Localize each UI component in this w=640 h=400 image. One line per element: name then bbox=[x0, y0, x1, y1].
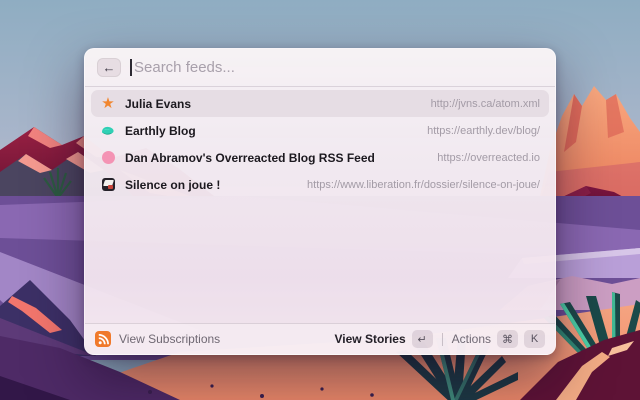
return-key[interactable]: ↵ bbox=[412, 330, 433, 348]
text-caret bbox=[130, 59, 132, 76]
feed-row[interactable]: ★ Julia Evans http://jvns.ca/atom.xml bbox=[91, 90, 549, 117]
actions-button[interactable]: Actions bbox=[452, 332, 491, 346]
feed-title: Julia Evans bbox=[125, 97, 191, 111]
feed-url: https://overreacted.io bbox=[437, 152, 540, 164]
rss-icon bbox=[95, 331, 111, 347]
footer-bar: View Subscriptions View Stories ↵ Action… bbox=[85, 323, 555, 354]
k-key[interactable]: K bbox=[524, 330, 545, 348]
feed-title: Dan Abramov's Overreacted Blog RSS Feed bbox=[125, 151, 375, 165]
feed-list: ★ Julia Evans http://jvns.ca/atom.xml Ea… bbox=[85, 87, 555, 198]
footer-divider bbox=[442, 333, 443, 346]
empty-results-area bbox=[85, 198, 555, 323]
view-stories-button[interactable]: View Stories bbox=[334, 332, 405, 346]
star-icon: ★ bbox=[100, 96, 116, 111]
feed-search-window: ← ★ Julia Evans http://jvns.ca/atom.xml … bbox=[84, 48, 556, 355]
feed-row[interactable]: Dan Abramov's Overreacted Blog RSS Feed … bbox=[91, 144, 549, 171]
feed-row[interactable]: Earthly Blog https://earthly.dev/blog/ bbox=[91, 117, 549, 144]
back-button[interactable]: ← bbox=[97, 58, 121, 77]
liberation-icon bbox=[100, 178, 116, 191]
view-subscriptions-label: View Subscriptions bbox=[119, 332, 220, 346]
feed-url: http://jvns.ca/atom.xml bbox=[431, 98, 540, 110]
feed-row[interactable]: Silence on joue ! https://www.liberation… bbox=[91, 171, 549, 198]
feed-url: https://earthly.dev/blog/ bbox=[427, 125, 540, 137]
cmd-key[interactable]: ⌘ bbox=[497, 330, 518, 348]
search-input[interactable] bbox=[134, 59, 543, 76]
search-bar: ← bbox=[85, 49, 555, 87]
back-arrow-icon: ← bbox=[103, 61, 116, 74]
feed-title: Earthly Blog bbox=[125, 124, 196, 138]
earthly-icon bbox=[100, 124, 116, 138]
overreacted-icon bbox=[100, 151, 116, 164]
feed-title: Silence on joue ! bbox=[125, 178, 220, 192]
feed-url: https://www.liberation.fr/dossier/silenc… bbox=[307, 179, 540, 191]
